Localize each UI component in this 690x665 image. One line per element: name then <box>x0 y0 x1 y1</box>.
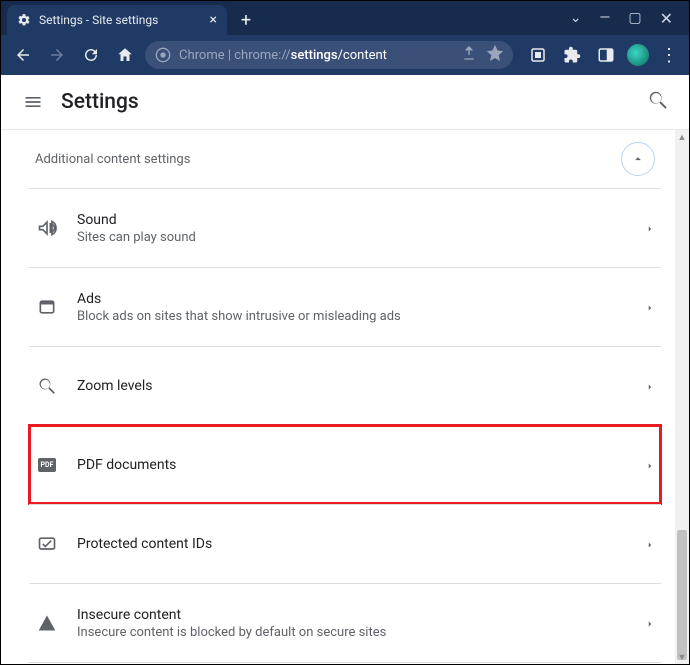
setting-row-zoom[interactable]: Zoom levels <box>29 346 661 425</box>
gear-icon <box>17 13 31 27</box>
insecure-icon <box>35 613 59 633</box>
row-title: Insecure content <box>77 607 627 623</box>
home-button[interactable] <box>111 41 139 69</box>
zoom-icon <box>35 376 59 396</box>
setting-row-pdf[interactable]: PDF PDF documents <box>29 425 661 504</box>
row-title: Sound <box>77 212 627 228</box>
chevron-right-icon <box>645 219 655 238</box>
reload-button[interactable] <box>77 41 105 69</box>
search-icon[interactable] <box>647 89 669 115</box>
section-title: Additional content settings <box>35 152 190 167</box>
window-controls: ⌄ — ▢ ✕ <box>554 1 689 35</box>
minimize-icon[interactable]: — <box>599 10 610 26</box>
sound-icon <box>35 218 59 238</box>
scroll-up-icon[interactable]: ▲ <box>675 130 689 144</box>
share-icon[interactable] <box>461 45 477 65</box>
browser-toolbar: Chrome | chrome://settings/content ⋮ <box>1 35 689 75</box>
chrome-icon <box>155 47 171 63</box>
pdf-icon: PDF <box>35 458 59 472</box>
maximize-icon[interactable]: ▢ <box>628 10 641 26</box>
section-header: Additional content settings <box>29 130 661 188</box>
chevron-right-icon <box>645 535 655 554</box>
titlebar: Settings - Site settings × + ⌄ — ▢ ✕ <box>1 1 689 35</box>
row-subtitle: Block ads on sites that show intrusive o… <box>77 309 627 324</box>
new-tab-button[interactable]: + <box>233 7 259 33</box>
chevron-right-icon <box>645 614 655 633</box>
forward-button[interactable] <box>43 41 71 69</box>
settings-content[interactable]: Additional content settings Sound Sites … <box>1 130 689 664</box>
tab-title: Settings - Site settings <box>39 13 158 27</box>
scroll-down-icon[interactable]: ▼ <box>675 650 689 664</box>
menu-icon[interactable] <box>21 90 45 114</box>
profile-avatar[interactable] <box>627 44 649 66</box>
setting-row-ads[interactable]: Ads Block ads on sites that show intrusi… <box>29 267 661 346</box>
row-title: Protected content IDs <box>77 536 627 552</box>
browser-window: Settings - Site settings × + ⌄ — ▢ ✕ <box>0 0 690 665</box>
protected-icon <box>35 534 59 554</box>
row-title: PDF documents <box>77 457 627 473</box>
settings-header: Settings <box>1 75 689 130</box>
scroll-thumb[interactable] <box>677 530 687 660</box>
setting-row-sound[interactable]: Sound Sites can play sound <box>29 188 661 267</box>
setting-row-protected[interactable]: Protected content IDs <box>29 504 661 583</box>
row-subtitle: Sites can play sound <box>77 230 627 245</box>
page-title: Settings <box>61 90 139 114</box>
row-title: Zoom levels <box>77 378 627 394</box>
address-bar[interactable]: Chrome | chrome://settings/content <box>145 41 513 69</box>
close-tab-icon[interactable]: × <box>210 12 217 28</box>
chevron-down-icon[interactable]: ⌄ <box>570 10 582 26</box>
side-panel-icon[interactable] <box>593 42 619 68</box>
browser-menu-icon[interactable]: ⋮ <box>657 45 681 66</box>
ads-icon <box>35 297 59 317</box>
settings-page: Settings Additional content settings <box>1 75 689 664</box>
extensions-puzzle-icon[interactable] <box>559 42 585 68</box>
row-title: Ads <box>77 291 627 307</box>
chevron-right-icon <box>645 377 655 396</box>
scrollbar[interactable]: ▲ ▼ <box>675 130 689 664</box>
browser-tab[interactable]: Settings - Site settings × <box>7 5 227 35</box>
chevron-right-icon <box>645 298 655 317</box>
bookmark-icon[interactable] <box>487 45 503 65</box>
collapse-button[interactable] <box>621 142 655 176</box>
extension-square-icon[interactable] <box>525 42 551 68</box>
close-window-icon[interactable]: ✕ <box>660 9 673 28</box>
setting-row-insecure[interactable]: Insecure content Insecure content is blo… <box>29 583 661 662</box>
setting-row-thirdparty[interactable]: Third-party sign-in Sites can show sign-… <box>29 662 661 664</box>
row-subtitle: Insecure content is blocked by default o… <box>77 625 627 640</box>
chevron-right-icon <box>645 456 655 475</box>
url-text: Chrome | chrome://settings/content <box>179 48 387 63</box>
back-button[interactable] <box>9 41 37 69</box>
